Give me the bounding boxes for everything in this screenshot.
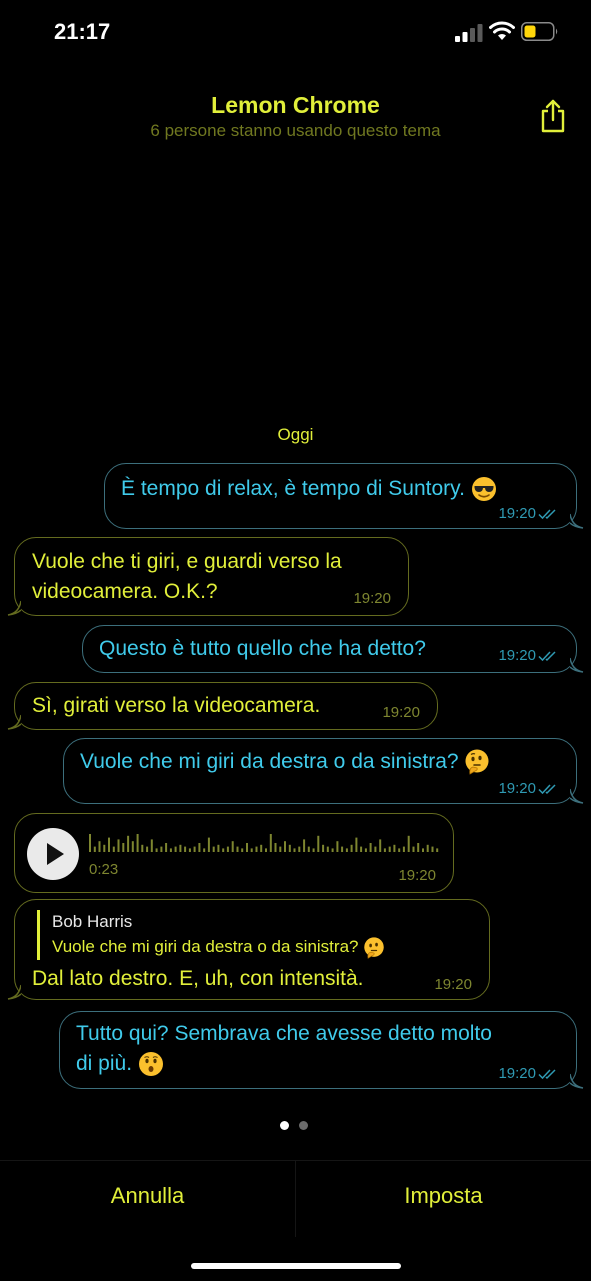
- status-time: 21:17: [54, 19, 111, 44]
- bubble-tail: [570, 788, 584, 804]
- hushed-face-icon: [138, 1052, 163, 1077]
- thinking-face-icon: [364, 936, 384, 959]
- message-incoming[interactable]: Vuole che ti giri, e guardi verso la vid…: [7, 537, 409, 616]
- bubble-tail: [570, 657, 584, 673]
- play-button[interactable]: [27, 828, 79, 880]
- theme-header: Lemon Chrome 6 persone stanno usando que…: [0, 64, 591, 160]
- message-time: 19:20: [434, 976, 472, 993]
- page-indicator[interactable]: [280, 1121, 308, 1130]
- message-time: 19:20: [498, 780, 536, 797]
- voice-waveform[interactable]: [89, 832, 441, 852]
- cancel-button[interactable]: Annulla: [0, 1183, 295, 1209]
- theme-title: Lemon Chrome: [211, 92, 380, 118]
- message-text: Vuole che mi giri da destra o da sinistr…: [80, 750, 459, 773]
- message-outgoing[interactable]: Tutto qui? Sembrava che avesse detto mol…: [59, 1011, 584, 1089]
- set-theme-button[interactable]: Imposta: [296, 1183, 591, 1209]
- read-receipt-icon: [538, 508, 556, 519]
- message-text: Dal lato destro. E, uh, con intensità.: [32, 967, 364, 990]
- page-dot[interactable]: [299, 1121, 308, 1130]
- read-receipt-icon: [538, 650, 556, 661]
- message-time: 19:20: [498, 505, 536, 522]
- page-dot-active[interactable]: [280, 1121, 289, 1130]
- message-outgoing[interactable]: Vuole che mi giri da destra o da sinistr…: [63, 738, 584, 804]
- message-time: 19:20: [382, 704, 420, 721]
- message-text-line: di più.: [76, 1052, 133, 1075]
- date-separator: Oggi: [277, 425, 314, 444]
- message-time: 19:20: [498, 647, 536, 664]
- bubble-tail: [7, 600, 21, 616]
- message-incoming-reply[interactable]: Bob Harris Vuole che mi giri da destra o…: [7, 899, 490, 1000]
- message-text-line: Tutto qui? Sembrava che avesse detto mol…: [76, 1022, 492, 1045]
- voice-message[interactable]: 0:23 19:20: [14, 813, 454, 893]
- message-incoming[interactable]: Sì, girati verso la videocamera. 19:20: [7, 682, 438, 730]
- theme-subtitle: 6 persone stanno usando questo tema: [150, 121, 441, 140]
- thinking-face-icon: [465, 749, 489, 776]
- battery-icon: [521, 22, 558, 41]
- bubble-tail: [570, 1073, 584, 1089]
- bubble-tail: [7, 984, 21, 1000]
- message-text: Questo è tutto quello che ha detto?: [99, 637, 426, 660]
- voice-duration: 0:23: [89, 861, 119, 878]
- message-text-line: Vuole che ti giri, e guardi verso la: [32, 550, 342, 573]
- message-text: Sì, girati verso la videocamera.: [32, 694, 321, 717]
- action-footer: Annulla Imposta: [0, 1160, 591, 1281]
- message-text: È tempo di relax, è tempo di Suntory.: [121, 477, 465, 500]
- message-time: 19:20: [398, 867, 436, 884]
- message-outgoing[interactable]: Questo è tutto quello che ha detto? 19:2…: [82, 625, 584, 673]
- quote-author: Bob Harris: [52, 912, 133, 931]
- read-receipt-icon: [538, 1068, 556, 1079]
- home-indicator[interactable]: [191, 1263, 401, 1269]
- bubble-tail: [570, 513, 584, 529]
- status-bar: 21:17: [0, 0, 591, 64]
- message-text-line: videocamera. O.K.?: [32, 580, 218, 603]
- quote-text: Vuole che mi giri da destra o da sinistr…: [52, 937, 359, 956]
- read-receipt-icon: [538, 783, 556, 794]
- smiling-face-with-sunglasses-icon: [471, 477, 496, 502]
- bubble-tail: [7, 714, 21, 730]
- share-icon[interactable]: [538, 98, 568, 134]
- message-outgoing[interactable]: È tempo di relax, è tempo di Suntory. 19…: [104, 463, 584, 529]
- message-time: 19:20: [353, 590, 391, 607]
- reply-quote[interactable]: Bob Harris Vuole che mi giri da destra o…: [37, 910, 385, 960]
- cellular-signal-icon: [455, 24, 483, 42]
- wifi-icon: [489, 21, 515, 40]
- message-time: 19:20: [498, 1065, 536, 1082]
